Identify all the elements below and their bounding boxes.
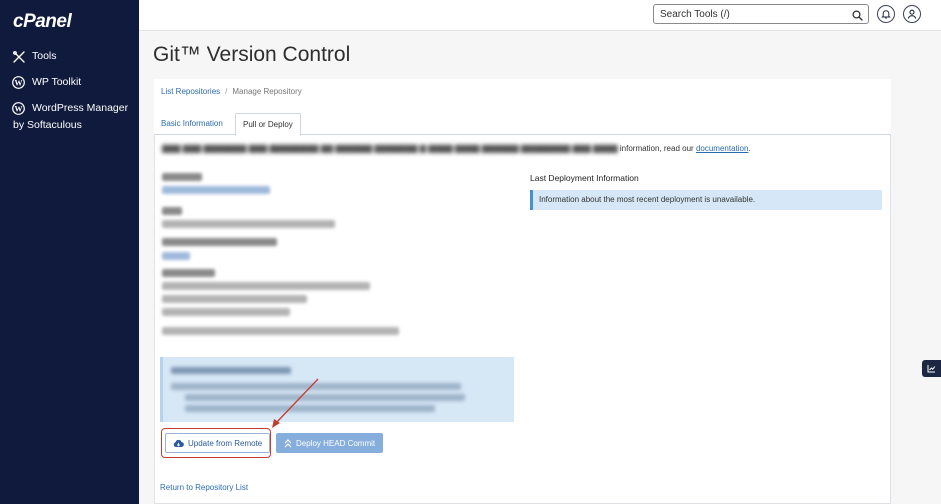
redacted-value bbox=[162, 282, 370, 290]
search-icon[interactable] bbox=[852, 8, 863, 26]
sidebar-item-label: WordPress Manager bbox=[32, 102, 129, 114]
return-to-repository-list-link[interactable]: Return to Repository List bbox=[160, 483, 248, 492]
search-input[interactable] bbox=[660, 8, 845, 20]
svg-text:W: W bbox=[15, 104, 23, 113]
user-menu-button[interactable] bbox=[903, 5, 921, 23]
redacted-label bbox=[162, 173, 202, 181]
user-icon bbox=[907, 9, 917, 19]
notifications-button[interactable] bbox=[877, 5, 895, 23]
wordpress-icon: W bbox=[12, 76, 25, 89]
sidebar: cPanel Tools W WP Toolkit W WordPress Ma… bbox=[0, 0, 139, 504]
redacted-notice-line bbox=[185, 405, 435, 412]
sidebar-item-sublabel: by Softaculous bbox=[13, 119, 82, 131]
side-panel-toggle[interactable] bbox=[922, 360, 941, 377]
last-deployment-title: Last Deployment Information bbox=[530, 173, 639, 183]
intro-visible-text: information, read our bbox=[619, 144, 694, 153]
cloud-download-icon bbox=[173, 439, 184, 448]
repository-panel: List Repositories / Manage Repository Basi… bbox=[154, 79, 891, 504]
update-from-remote-label: Update from Remote bbox=[188, 438, 263, 448]
deploy-head-commit-label: Deploy HEAD Commit bbox=[296, 438, 376, 448]
tab-bar: Basic Information Pull or Deploy bbox=[154, 113, 891, 136]
tools-icon bbox=[12, 50, 25, 63]
svg-text:W: W bbox=[15, 78, 23, 87]
deploy-head-commit-button[interactable]: Deploy HEAD Commit bbox=[276, 433, 384, 453]
redacted-text: ▇▇▇ ▇▇▇ ▇▇▇▇▇▇▇ ▇▇▇ ▇▇▇▇▇▇▇▇ ▇▇ ▇▇▇▇▇▇ ▇… bbox=[162, 144, 618, 153]
sidebar-item-label: WP Toolkit bbox=[32, 76, 82, 88]
intro-period: . bbox=[748, 144, 751, 153]
redacted-label bbox=[162, 207, 182, 215]
redacted-link bbox=[162, 252, 190, 260]
cpanel-logo[interactable]: cPanel bbox=[13, 11, 72, 33]
documentation-link[interactable]: documentation bbox=[696, 144, 748, 153]
intro-text: ▇▇▇ ▇▇▇ ▇▇▇▇▇▇▇ ▇▇▇ ▇▇▇▇▇▇▇▇ ▇▇ ▇▇▇▇▇▇ ▇… bbox=[162, 144, 751, 153]
pull-deploy-content: ▇▇▇ ▇▇▇ ▇▇▇▇▇▇▇ ▇▇▇ ▇▇▇▇▇▇▇▇ ▇▇ ▇▇▇▇▇▇ ▇… bbox=[154, 135, 891, 504]
redacted-label bbox=[162, 269, 215, 277]
top-bar bbox=[139, 0, 941, 31]
redacted-notice-line bbox=[185, 394, 465, 401]
breadcrumb-separator: / bbox=[225, 87, 228, 96]
sidebar-item-wp-toolkit[interactable]: W WP Toolkit bbox=[12, 74, 81, 91]
redacted-notice-title bbox=[171, 367, 291, 374]
last-deployment-info: Information about the most recent deploy… bbox=[530, 190, 882, 210]
update-from-remote-button[interactable]: Update from Remote bbox=[165, 433, 271, 453]
search-box bbox=[653, 4, 869, 24]
breadcrumb-link-list-repositories[interactable]: List Repositories bbox=[161, 87, 220, 96]
redacted-value bbox=[162, 327, 399, 335]
sidebar-item-wordpress-manager[interactable]: W WordPress Manager by Softaculous bbox=[12, 100, 134, 134]
redacted-label bbox=[162, 238, 277, 246]
redacted-value bbox=[162, 220, 335, 228]
redacted-value bbox=[162, 295, 307, 303]
redacted-notice-line bbox=[171, 383, 461, 390]
wordpress-icon: W bbox=[12, 102, 25, 115]
sidebar-item-tools[interactable]: Tools bbox=[12, 48, 57, 65]
bell-icon bbox=[881, 9, 891, 19]
chart-icon bbox=[927, 364, 936, 373]
chevrons-up-icon bbox=[284, 438, 292, 448]
breadcrumb-current: Manage Repository bbox=[232, 87, 302, 96]
redacted-value bbox=[162, 308, 290, 316]
redacted-link bbox=[162, 186, 270, 194]
main-area: Git™ Version Control List Repositories / M… bbox=[139, 0, 941, 504]
sidebar-item-label: Tools bbox=[32, 50, 57, 62]
cannot-deploy-notice bbox=[160, 357, 514, 422]
page-title: Git™ Version Control bbox=[153, 43, 351, 66]
breadcrumb: List Repositories / Manage Repository bbox=[161, 87, 302, 96]
tab-pull-or-deploy[interactable]: Pull or Deploy bbox=[235, 113, 301, 136]
tab-basic-information[interactable]: Basic Information bbox=[154, 113, 230, 135]
